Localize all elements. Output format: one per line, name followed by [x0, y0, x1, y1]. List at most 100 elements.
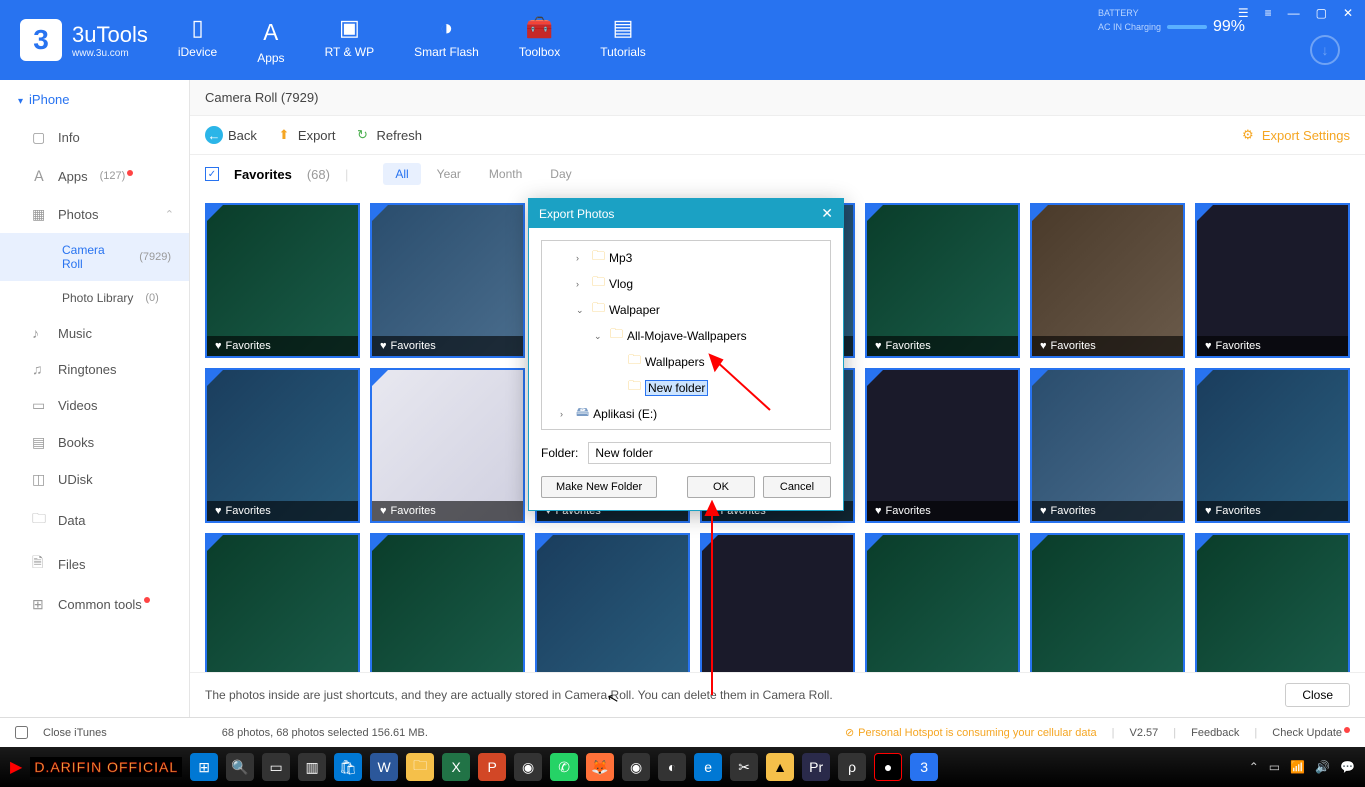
refresh-button[interactable]: ↻Refresh	[353, 126, 422, 144]
close-button[interactable]: Close	[1285, 683, 1350, 707]
battery-icon[interactable]: ▭	[1269, 760, 1280, 774]
search-icon[interactable]: 🔍	[226, 753, 254, 781]
chrome-icon[interactable]: ◉	[514, 753, 542, 781]
photo-thumb[interactable]	[535, 533, 690, 672]
photo-thumb[interactable]	[205, 533, 360, 672]
photo-thumb[interactable]: ♥Favorites	[1030, 368, 1185, 523]
make-new-folder-button[interactable]: Make New Folder	[541, 476, 657, 498]
snip-icon[interactable]: ✂	[730, 753, 758, 781]
sidebar-item-info[interactable]: ▢Info	[0, 119, 189, 156]
close-itunes-checkbox[interactable]	[15, 726, 28, 739]
tree-item[interactable]: ›🗃Libraries	[546, 427, 826, 430]
tree-item[interactable]: ›🗀Vlog	[546, 271, 826, 297]
ok-button[interactable]: OK	[687, 476, 755, 498]
filter-year[interactable]: Year	[425, 163, 473, 185]
photo-thumb[interactable]: ♥Favorites	[865, 203, 1020, 358]
edge-icon[interactable]: e	[694, 753, 722, 781]
nav-apps[interactable]: ＡApps	[257, 15, 284, 65]
nav-tutorials[interactable]: ▤Tutorials	[600, 15, 646, 65]
filter-day[interactable]: Day	[538, 163, 583, 185]
cancel-button[interactable]: Cancel	[763, 476, 831, 498]
win-menu-icon[interactable]: ☰	[1234, 4, 1253, 22]
download-icon[interactable]: ↓	[1310, 35, 1340, 65]
app-icon[interactable]: ρ	[838, 753, 866, 781]
excel-icon[interactable]: X	[442, 753, 470, 781]
feedback-link[interactable]: Feedback	[1191, 727, 1239, 739]
sidebar-item-camera-roll[interactable]: Camera Roll(7929)	[0, 233, 189, 281]
dialog-titlebar[interactable]: Export Photos ✕	[529, 199, 843, 228]
photo-thumb[interactable]: ♥Favorites	[865, 368, 1020, 523]
sidebar-item-files[interactable]: 🗎Files	[0, 542, 189, 586]
folder-tree[interactable]: ›🗀Mp3 ›🗀Vlog ⌄🗀Walpaper ⌄🗀All-Mojave-Wal…	[541, 240, 831, 430]
tree-item-new-folder[interactable]: 🗀New folder	[546, 375, 826, 401]
chevron-up-icon[interactable]: ⌃	[1249, 760, 1259, 774]
obs-icon[interactable]: ◉	[622, 753, 650, 781]
taskview-icon[interactable]: ▭	[262, 753, 290, 781]
word-icon[interactable]: W	[370, 753, 398, 781]
tree-item[interactable]: ⌄🗀All-Mojave-Wallpapers	[546, 323, 826, 349]
win-minimize-icon[interactable]: —	[1284, 4, 1304, 22]
chevron-right-icon: ›	[576, 279, 588, 289]
record-icon[interactable]: ●	[874, 753, 902, 781]
sidebar-item-music[interactable]: ♪Music	[0, 315, 189, 351]
photo-thumb[interactable]	[1195, 533, 1350, 672]
3utools-icon[interactable]: 3	[910, 753, 938, 781]
select-all-checkbox[interactable]: ✓	[205, 167, 219, 181]
sidebar-item-tools[interactable]: ⊞Common tools	[0, 586, 189, 623]
sidebar-item-udisk[interactable]: ◫UDisk	[0, 461, 189, 498]
win-maximize-icon[interactable]: ▢	[1312, 4, 1331, 22]
device-header[interactable]: iPhone	[0, 80, 189, 119]
photo-thumb[interactable]: ♥Favorites	[370, 203, 525, 358]
folder-name-input[interactable]: New folder	[645, 380, 708, 396]
back-button[interactable]: ←Back	[205, 126, 257, 144]
powerpoint-icon[interactable]: P	[478, 753, 506, 781]
photo-thumb[interactable]	[370, 533, 525, 672]
whatsapp-icon[interactable]: ✆	[550, 753, 578, 781]
nav-toolbox[interactable]: 🧰Toolbox	[519, 15, 560, 65]
export-button[interactable]: ⬆Export	[275, 126, 336, 144]
sidebar-item-data[interactable]: 🗀Data	[0, 498, 189, 542]
folder-path-input[interactable]	[588, 442, 831, 464]
sidebar-item-photo-library[interactable]: Photo Library(0)	[0, 281, 189, 315]
nav-idevice[interactable]: ▯iDevice	[178, 15, 217, 65]
filter-month[interactable]: Month	[477, 163, 534, 185]
photo-thumb[interactable]: ♥Favorites	[1195, 203, 1350, 358]
app-icon[interactable]: ◐	[658, 753, 686, 781]
sidebar-item-books[interactable]: ▤Books	[0, 424, 189, 461]
app-icon[interactable]: ▲	[766, 753, 794, 781]
sidebar-item-videos[interactable]: ▭Videos	[0, 387, 189, 424]
sidebar-item-photos[interactable]: ▦Photos⌃	[0, 196, 189, 233]
export-settings-button[interactable]: ⚙Export Settings	[1239, 126, 1350, 144]
start-icon[interactable]: ⊞	[190, 753, 218, 781]
store-icon[interactable]: 🛍	[334, 753, 362, 781]
sidebar-item-apps[interactable]: ＡApps(127)	[0, 156, 189, 196]
win-setup-icon[interactable]: ≡	[1261, 4, 1276, 22]
filter-all[interactable]: All	[383, 163, 420, 185]
photo-thumb[interactable]	[700, 533, 855, 672]
sidebar-item-ringtones[interactable]: ♫Ringtones	[0, 351, 189, 387]
photo-thumb[interactable]: ♥Favorites	[1195, 368, 1350, 523]
tree-item[interactable]: ⌄🗀Walpaper	[546, 297, 826, 323]
tree-item[interactable]: 🗀Wallpapers	[546, 349, 826, 375]
win-close-icon[interactable]: ✕	[1339, 4, 1357, 22]
folder-icon: 🗀	[592, 247, 605, 269]
premiere-icon[interactable]: Pr	[802, 753, 830, 781]
check-update-link[interactable]: Check Update	[1272, 727, 1350, 739]
explorer-icon[interactable]: 🗀	[406, 753, 434, 781]
wifi-icon[interactable]: 📶	[1290, 760, 1305, 774]
photo-thumb[interactable]: ♥Favorites	[205, 368, 360, 523]
photo-thumb[interactable]	[865, 533, 1020, 672]
photo-thumb[interactable]	[1030, 533, 1185, 672]
photo-thumb[interactable]: ♥Favorites	[370, 368, 525, 523]
tree-item[interactable]: ›🖴Aplikasi (E:)	[546, 401, 826, 427]
widgets-icon[interactable]: ▥	[298, 753, 326, 781]
photo-thumb[interactable]: ♥Favorites	[205, 203, 360, 358]
photo-thumb[interactable]: ♥Favorites	[1030, 203, 1185, 358]
notification-icon[interactable]: 💬	[1340, 760, 1355, 774]
nav-rtwp[interactable]: ▣RT & WP	[325, 15, 375, 65]
firefox-icon[interactable]: 🦊	[586, 753, 614, 781]
volume-icon[interactable]: 🔊	[1315, 760, 1330, 774]
close-icon[interactable]: ✕	[821, 205, 833, 222]
tree-item[interactable]: ›🗀Mp3	[546, 245, 826, 271]
nav-smartflash[interactable]: ◑Smart Flash	[414, 15, 479, 65]
